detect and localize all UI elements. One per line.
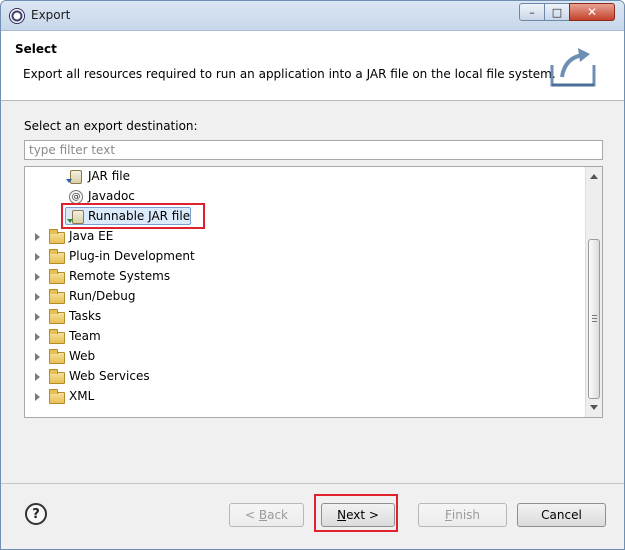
tree-item-plug-in-development[interactable]: Plug-in Development	[25, 247, 585, 267]
footer-divider	[1, 483, 624, 484]
finish-rest: inish	[451, 508, 481, 522]
scroll-down-icon[interactable]	[590, 405, 598, 410]
finish-button[interactable]: Finish	[418, 503, 507, 527]
folder-icon	[49, 329, 65, 344]
expand-arrow-icon[interactable]	[35, 353, 40, 361]
tree-item-tasks[interactable]: Tasks	[25, 307, 585, 327]
expand-arrow-icon[interactable]	[35, 333, 40, 341]
tree-item-jar-file[interactable]: JAR file	[25, 167, 585, 187]
folder-icon	[49, 289, 65, 304]
expand-arrow-icon[interactable]	[35, 293, 40, 301]
back-prefix: <	[244, 508, 259, 522]
minimize-button[interactable]: –	[519, 3, 545, 21]
grip-line	[592, 321, 597, 322]
filter-input[interactable]	[24, 140, 603, 160]
tree-item-java-ee[interactable]: Java EE	[25, 227, 585, 247]
back-mnemonic: B	[258, 508, 268, 522]
page-description: Export all resources required to run an …	[23, 67, 556, 81]
tree-item-web-services[interactable]: Web Services	[25, 367, 585, 387]
export-arrow-icon	[66, 179, 72, 183]
folder-icon	[49, 309, 65, 324]
minimize-icon: –	[529, 5, 535, 19]
tree-item-label: Web	[69, 349, 96, 363]
cancel-label: Cancel	[541, 508, 582, 522]
back-rest: ack	[267, 508, 288, 522]
finish-mnemonic: F	[444, 508, 452, 522]
tree-item-remote-systems[interactable]: Remote Systems	[25, 267, 585, 287]
tree-item-run-debug[interactable]: Run/Debug	[25, 287, 585, 307]
scrollbar-thumb[interactable]	[588, 239, 600, 399]
expand-arrow-icon[interactable]	[35, 373, 40, 381]
tree-item-label: Team	[69, 329, 101, 343]
close-icon: ✕	[586, 5, 598, 19]
tree-item-label: Remote Systems	[69, 269, 171, 283]
tree-item-label: XML	[69, 389, 95, 403]
expand-arrow-icon[interactable]	[35, 253, 40, 261]
tree-item-label: JAR file	[88, 169, 130, 183]
title-bar: Export – □ ✕	[1, 1, 624, 31]
eclipse-icon	[9, 8, 25, 24]
export-wizard-icon	[550, 48, 596, 87]
grip-line	[592, 318, 597, 319]
export-dialog: Export – □ ✕ Select Export all resources…	[0, 0, 625, 550]
cancel-button[interactable]: Cancel	[517, 503, 606, 527]
destination-tree[interactable]: JAR file @ Javadoc Runnable JAR file Jav…	[24, 166, 603, 418]
folder-icon	[49, 369, 65, 384]
tree-item-label: Run/Debug	[69, 289, 136, 303]
tree-item-label: Web Services	[69, 369, 150, 383]
highlight-annotation	[61, 203, 205, 229]
folder-icon	[49, 389, 65, 404]
tree-item-team[interactable]: Team	[25, 327, 585, 347]
expand-arrow-icon[interactable]	[35, 313, 40, 321]
tree-item-label: Tasks	[69, 309, 102, 323]
tree-item-label: Plug-in Development	[69, 249, 195, 263]
tree-item-label: Java EE	[69, 229, 114, 243]
folder-icon	[49, 229, 65, 244]
help-icon[interactable]: ?	[25, 503, 47, 525]
folder-icon	[49, 349, 65, 364]
javadoc-icon: @	[69, 190, 83, 204]
folder-icon	[49, 249, 65, 264]
page-title: Select	[15, 42, 57, 56]
expand-arrow-icon[interactable]	[35, 233, 40, 241]
tree-item-label: Javadoc	[88, 189, 135, 203]
folder-icon	[49, 269, 65, 284]
grip-line	[592, 315, 597, 316]
close-button[interactable]: ✕	[569, 3, 615, 21]
wizard-banner: Select Export all resources required to …	[1, 31, 624, 101]
destination-label: Select an export destination:	[24, 119, 198, 133]
back-button[interactable]: < Back	[229, 503, 304, 527]
maximize-button[interactable]: □	[544, 3, 570, 21]
expand-arrow-icon[interactable]	[35, 393, 40, 401]
tree-item-web[interactable]: Web	[25, 347, 585, 367]
scroll-up-icon[interactable]	[590, 174, 598, 179]
next-highlight-annotation	[314, 494, 398, 532]
window-title: Export	[31, 8, 71, 22]
maximize-icon: □	[551, 5, 563, 19]
vertical-scrollbar[interactable]	[585, 167, 602, 417]
expand-arrow-icon[interactable]	[35, 273, 40, 281]
tree-item-xml[interactable]: XML	[25, 387, 585, 407]
